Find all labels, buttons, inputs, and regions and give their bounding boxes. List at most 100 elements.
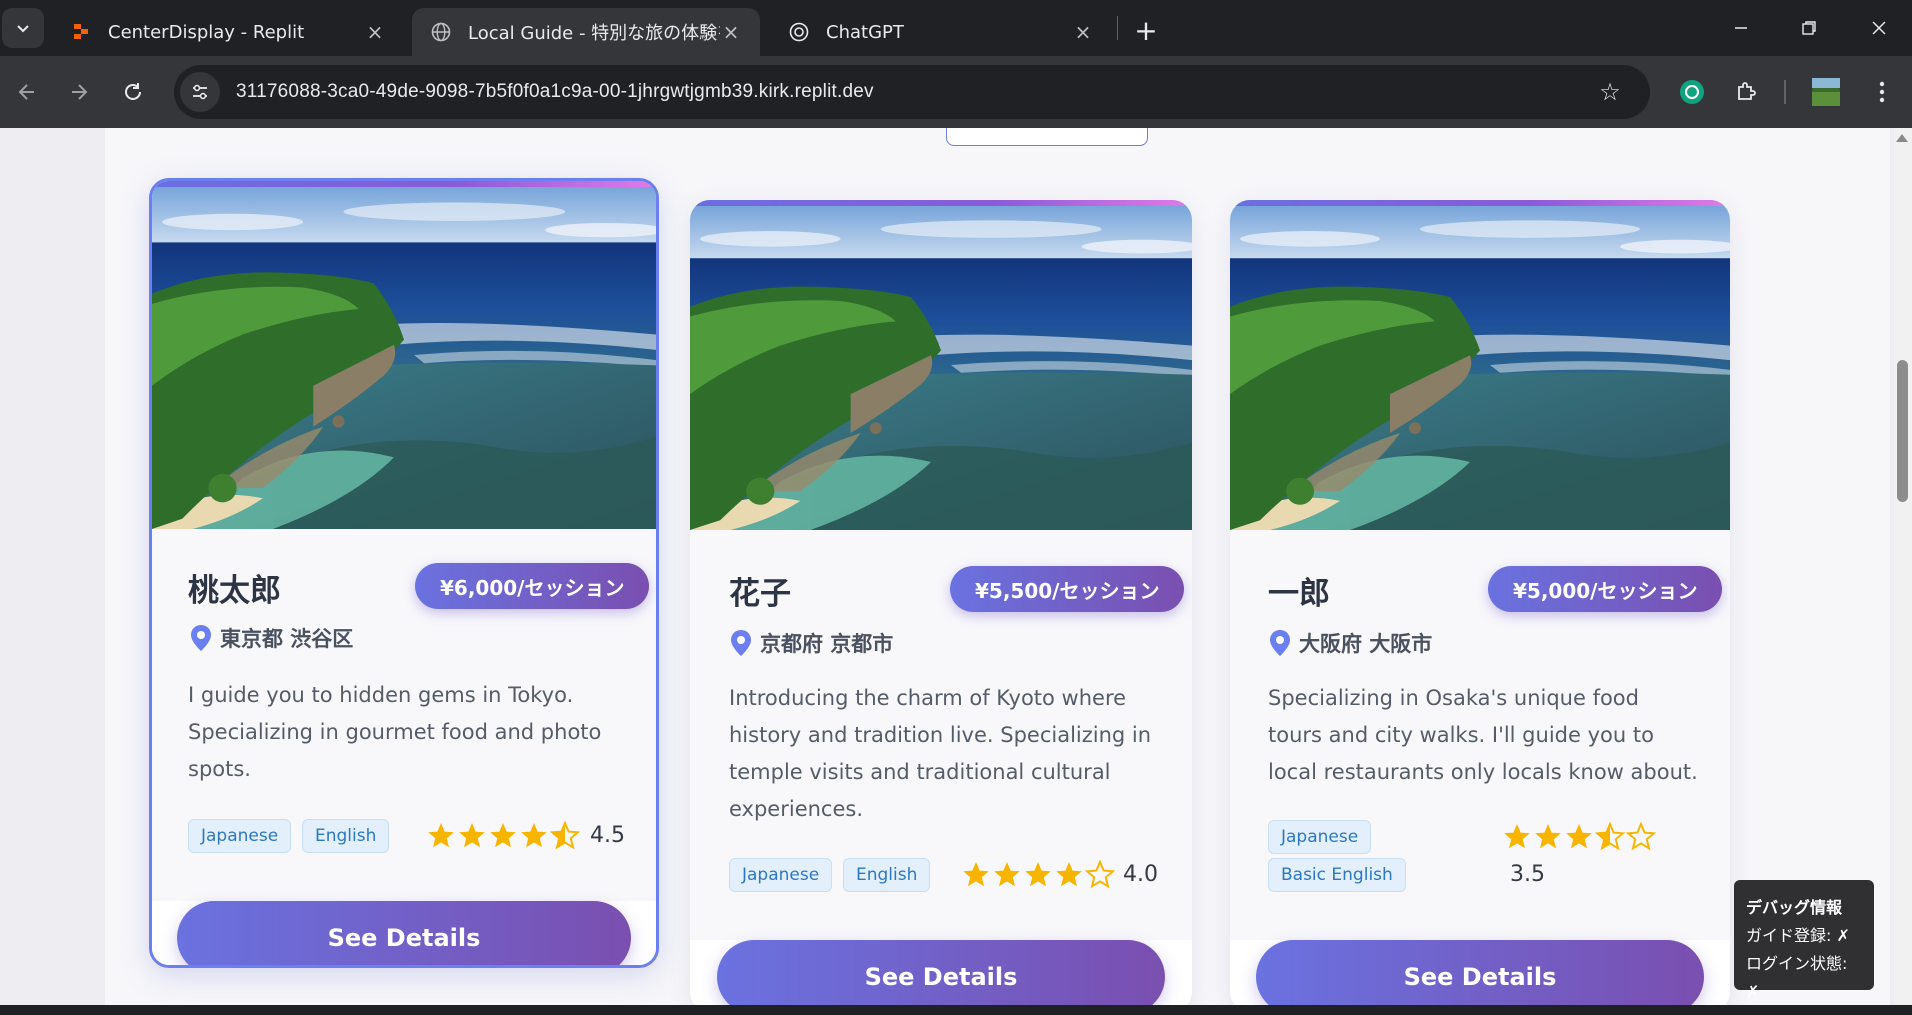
close-window-button[interactable] xyxy=(1851,8,1907,48)
tab-separator xyxy=(1117,16,1118,40)
guide-name: 桃太郎 xyxy=(188,573,281,609)
puzzle-icon xyxy=(1738,82,1756,100)
page-viewport: 桃太郎 ¥6,000/セッション 東京都 渋谷区 I guide you to … xyxy=(0,128,1894,1005)
guide-name: 一郎 xyxy=(1268,576,1330,612)
star-outline-icon xyxy=(1626,822,1656,851)
close-icon xyxy=(1872,21,1886,35)
star-filled-icon xyxy=(490,823,516,848)
profile-button[interactable] xyxy=(1806,72,1846,112)
card-accent-bar xyxy=(690,200,1192,206)
replit-icon xyxy=(70,21,92,43)
star-outline-icon xyxy=(1085,860,1115,889)
browser-tab-bar: CenterDisplay - Replit × Local Guide - 特… xyxy=(0,0,1912,56)
reload-button[interactable] xyxy=(114,73,152,111)
tab-title: Local Guide - 特別な旅の体験を xyxy=(468,23,720,44)
star-filled-icon xyxy=(1535,824,1561,849)
globe-icon xyxy=(430,21,452,43)
rating-value: 4.0 xyxy=(1123,862,1158,887)
back-button[interactable] xyxy=(8,73,46,111)
reload-icon xyxy=(125,83,141,100)
address-bar[interactable]: 31176088-3ca0-49de-9098-7b5f0f0a1c9a-00-… xyxy=(174,65,1650,119)
tab-search-button[interactable] xyxy=(2,8,44,48)
language-tag: English xyxy=(302,819,390,853)
star-filled-icon xyxy=(1025,862,1051,887)
card-body: 桃太郎 ¥6,000/セッション 東京都 渋谷区 I guide you to … xyxy=(152,529,656,965)
chatgpt-extension-icon xyxy=(1680,80,1704,104)
guide-name: 花子 xyxy=(729,576,791,612)
browser-menu-button[interactable] xyxy=(1862,72,1902,112)
close-icon[interactable]: × xyxy=(1072,20,1094,44)
close-icon[interactable]: × xyxy=(720,20,742,44)
rating-value: 4.5 xyxy=(590,823,625,848)
guide-location: 東京都 渋谷区 xyxy=(190,623,353,653)
star-half-icon xyxy=(550,821,580,850)
tune-icon xyxy=(193,84,207,100)
rating-stars xyxy=(426,821,581,851)
window-bottom-edge xyxy=(0,1005,1912,1015)
guide-description: Specializing in Osaka's unique food tour… xyxy=(1268,686,1698,784)
bookmark-star-icon[interactable]: ☆ xyxy=(1590,72,1630,112)
debug-panel: デバッグ情報 ガイド登録: ✗ ログイン状態: ✗ xyxy=(1734,880,1874,1001)
location-text: 京都府 京都市 xyxy=(760,632,894,656)
tab-chatgpt[interactable]: ChatGPT × xyxy=(770,8,1112,56)
site-info-button[interactable] xyxy=(180,72,220,112)
card-accent-bar xyxy=(1230,200,1730,206)
guide-card[interactable]: 一郎 ¥5,000/セッション 大阪府 大阪市 Specializing in … xyxy=(1230,200,1730,1005)
rating-value: 3.5 xyxy=(1510,862,1545,887)
tab-title: ChatGPT xyxy=(826,21,904,43)
price-badge: ¥6,000/セッション xyxy=(415,563,650,609)
chatgpt-icon xyxy=(788,21,810,43)
debug-title: デバッグ情報 xyxy=(1746,898,1843,917)
card-body: 花子 ¥5,500/セッション 京都府 京都市 Introducing the … xyxy=(690,530,1192,1005)
rating-stars xyxy=(961,860,1116,890)
see-details-button[interactable]: See Details xyxy=(717,940,1165,1005)
forward-button[interactable] xyxy=(60,73,98,111)
arrow-left-icon xyxy=(18,84,34,100)
guide-card[interactable]: 桃太郎 ¥6,000/セッション 東京都 渋谷区 I guide you to … xyxy=(149,178,659,968)
star-filled-icon xyxy=(1504,824,1530,849)
page-scrollbar[interactable] xyxy=(1894,128,1912,1005)
extensions-button[interactable] xyxy=(1726,72,1766,112)
new-tab-button[interactable]: + xyxy=(1128,12,1164,48)
chatgpt-extension-button[interactable] xyxy=(1672,72,1712,112)
tab-local-guide[interactable]: Local Guide - 特別な旅の体験を × xyxy=(412,8,760,56)
card-accent-bar xyxy=(152,181,656,187)
close-icon[interactable]: × xyxy=(364,20,386,44)
tab-centerdisplay[interactable]: CenterDisplay - Replit × xyxy=(52,8,404,56)
guide-photo xyxy=(1230,200,1730,530)
price-badge: ¥5,000/セッション xyxy=(1488,566,1723,612)
see-details-button[interactable]: See Details xyxy=(1256,940,1704,1005)
location-text: 大阪府 大阪市 xyxy=(1299,632,1433,656)
guide-card[interactable]: 花子 ¥5,500/セッション 京都府 京都市 Introducing the … xyxy=(690,200,1192,1005)
rating-stars xyxy=(1502,822,1657,852)
guide-location: 京都府 京都市 xyxy=(730,628,893,658)
star-filled-icon xyxy=(963,862,989,887)
see-details-button[interactable]: See Details xyxy=(177,901,631,965)
debug-guide-registered: ガイド登録: ✗ xyxy=(1746,926,1850,945)
price-badge: ¥5,500/セッション xyxy=(950,566,1185,612)
language-tag: Japanese xyxy=(1268,820,1372,854)
location-text: 東京都 渋谷区 xyxy=(220,627,354,651)
star-filled-icon xyxy=(459,823,485,848)
restore-button[interactable] xyxy=(1781,8,1837,48)
language-tag: Japanese xyxy=(729,858,833,892)
section-button-edge[interactable] xyxy=(946,128,1148,146)
map-pin-icon xyxy=(191,625,211,651)
card-body: 一郎 ¥5,000/セッション 大阪府 大阪市 Specializing in … xyxy=(1230,530,1730,1005)
scroll-up-arrow-icon[interactable] xyxy=(1896,134,1908,142)
map-pin-icon xyxy=(731,630,751,656)
more-vertical-icon xyxy=(1879,81,1885,103)
language-tag: Basic English xyxy=(1268,858,1406,892)
scrollbar-thumb[interactable] xyxy=(1897,360,1908,502)
guide-photo xyxy=(690,200,1192,530)
guide-description: Introducing the charm of Kyoto where his… xyxy=(729,686,1152,821)
language-tag: Japanese xyxy=(188,819,292,853)
minimize-button[interactable] xyxy=(1713,8,1769,48)
tab-title: CenterDisplay - Replit xyxy=(108,21,305,43)
url-text[interactable]: 31176088-3ca0-49de-9098-7b5f0f0a1c9a-00-… xyxy=(236,81,1590,103)
guide-location: 大阪府 大阪市 xyxy=(1269,628,1432,658)
star-filled-icon xyxy=(521,823,547,848)
arrow-right-icon xyxy=(72,84,88,100)
star-filled-icon xyxy=(994,862,1020,887)
guide-description: I guide you to hidden gems in Tokyo. Spe… xyxy=(188,683,602,781)
